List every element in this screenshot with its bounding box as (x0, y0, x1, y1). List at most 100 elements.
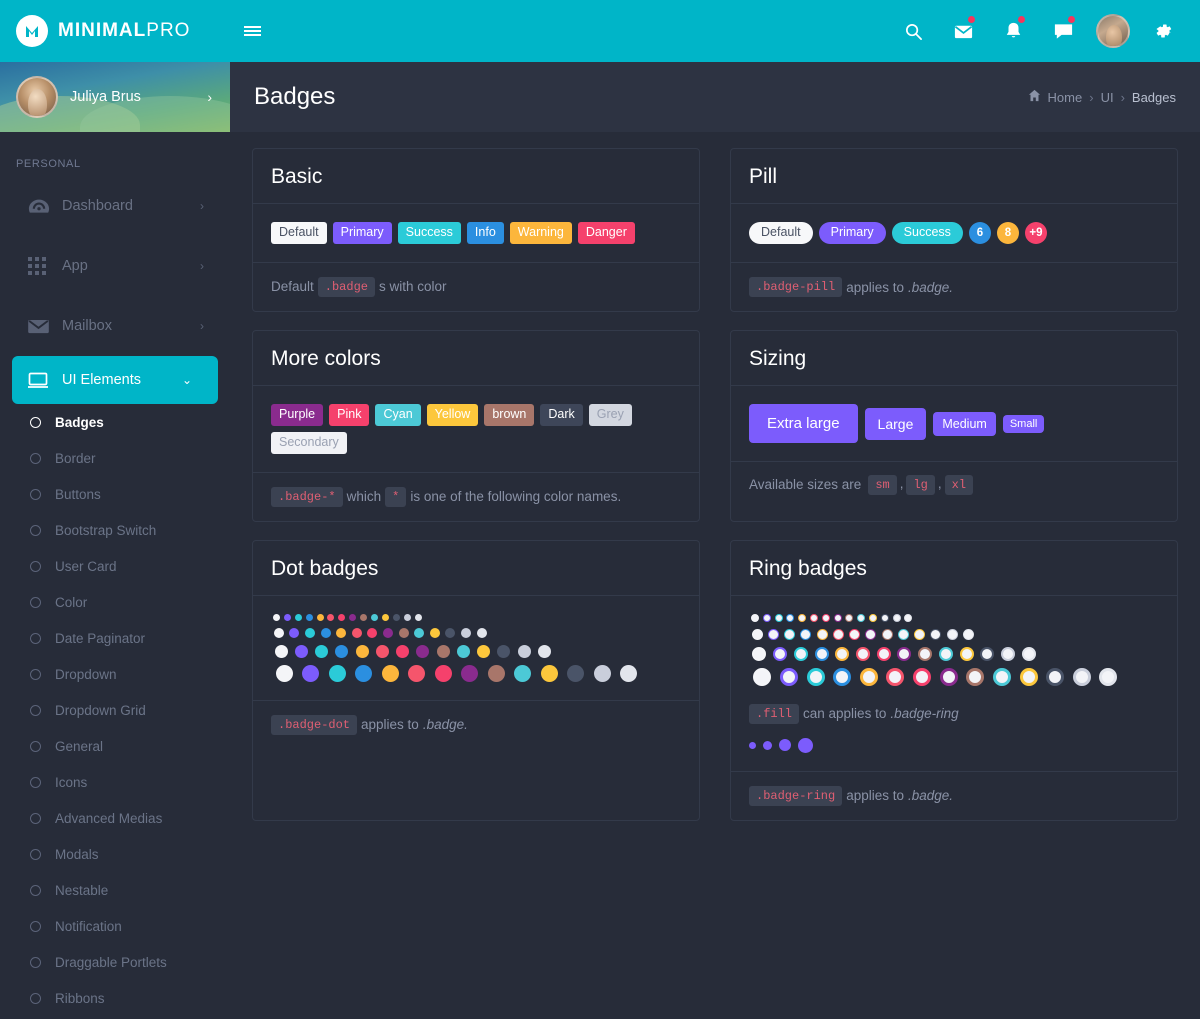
card-body: Default Primary Success 6 8 +9 (731, 204, 1177, 262)
dot-badge-rows (271, 613, 681, 682)
fill-dot-row (749, 737, 1159, 753)
sidebar-subitem-dropdown[interactable]: Dropdown (0, 656, 230, 692)
dot-badge (273, 627, 284, 638)
sidebar-subitem-dropdown-grid[interactable]: Dropdown Grid (0, 692, 230, 728)
ring-badge (833, 667, 852, 686)
dot-badge (487, 664, 505, 682)
dot-badge (593, 664, 611, 682)
bullet-circle-icon (30, 416, 41, 428)
card-title: Sizing (749, 347, 807, 370)
sidebar-subitem-bootstrap-switch[interactable]: Bootstrap Switch (0, 512, 230, 548)
footer-text-post: is one of the following color names. (410, 489, 622, 504)
ring-badge (1099, 667, 1118, 686)
card-dot-badges: Dot badges .badge-dot applies to .badge. (252, 539, 700, 821)
ring-badge (946, 628, 958, 640)
sidebar-subitem-user-card[interactable]: User Card (0, 548, 230, 584)
ring-badge (816, 628, 828, 640)
card-pill: Pill Default Primary Success 6 8 +9 .badge-pi… (730, 148, 1178, 312)
brand-logo-area[interactable]: MINIMALPRO (0, 0, 230, 62)
profile-name: Juliya Brus (70, 89, 141, 105)
sidebar-subitem-label: Notification (55, 918, 122, 934)
ring-badge (798, 613, 807, 622)
color-badge-purple: Purple (271, 404, 324, 426)
sidebar-item-app[interactable]: App › (0, 236, 230, 296)
sidebar-subitem-buttons[interactable]: Buttons (0, 476, 230, 512)
sidebar-subitem-label: User Card (55, 558, 117, 574)
size-badge-sm: Small (1002, 414, 1045, 433)
top-navbar: MINIMALPRO (0, 0, 1200, 62)
sidebar-subitem-notification[interactable]: Notification (0, 908, 230, 944)
dot-badge (414, 627, 425, 638)
badge-success: Success (397, 222, 461, 244)
ring-badge (752, 646, 767, 661)
ring-badge (762, 613, 771, 622)
ring-badge (865, 628, 877, 640)
ring-badge (881, 628, 893, 640)
card-footer: Default .badge s with color (253, 261, 699, 311)
basic-badge-row: Default Primary Success Info Warning Danger (271, 222, 681, 244)
dot-badge (315, 644, 329, 658)
sidebar-subitem-advanced-medias[interactable]: Advanced Medias (0, 800, 230, 836)
ring-badge (814, 646, 829, 661)
dot-badge (272, 613, 280, 621)
sidebar-item-mailbox[interactable]: Mailbox › (0, 296, 230, 356)
card-footer: Available sizes are sm, lg, xl (731, 461, 1177, 506)
dot-badge (497, 644, 511, 658)
search-icon[interactable] (888, 0, 938, 62)
pill-badge-primary: Primary (818, 222, 886, 244)
sidebar-subitem-badges[interactable]: Badges (0, 404, 230, 440)
sidebar-subitem-ribbons[interactable]: Ribbons (0, 980, 230, 1016)
dot-badge (567, 664, 585, 682)
code-snippet: sm (868, 475, 897, 495)
ring-badge (980, 646, 995, 661)
card-header: Pill (731, 149, 1177, 204)
card-sizing: Sizing Extra large Large Medium Small Avail… (730, 330, 1178, 522)
dot-badge (289, 627, 300, 638)
ring-badge (774, 613, 783, 622)
dot-badge (476, 627, 487, 638)
breadcrumb-home[interactable]: Home (1048, 90, 1083, 105)
sidebar-subitem-draggable-portlets[interactable]: Draggable Portlets (0, 944, 230, 980)
sidebar-subitem-modals[interactable]: Modals (0, 836, 230, 872)
sidebar-subitem-nestable[interactable]: Nestable (0, 872, 230, 908)
size-badge-lg: Large (864, 407, 927, 440)
bullet-circle-icon (30, 668, 41, 680)
ring-badge (773, 646, 788, 661)
badge-warning: Warning (509, 222, 572, 244)
sidebar-profile[interactable]: Juliya Brus › (0, 62, 230, 132)
dot-badge (620, 664, 638, 682)
user-avatar[interactable] (1088, 0, 1138, 62)
breadcrumb-current: Badges (1131, 89, 1176, 105)
sidebar-item-dashboard[interactable]: Dashboard › (0, 176, 230, 236)
sidebar-item-ui-elements[interactable]: UI Elements ⌄ (12, 356, 218, 404)
ring-badge (1046, 667, 1065, 686)
code-snippet: * (385, 486, 407, 507)
mail-icon[interactable] (938, 0, 988, 62)
sidebar-subitem-icons[interactable]: Icons (0, 764, 230, 800)
sidebar-subitem-color[interactable]: Color (0, 584, 230, 620)
dot-badge (477, 644, 491, 658)
color-badge-grey: Grey (588, 404, 632, 426)
dot-badge (414, 613, 422, 621)
sidebar-subitem-general[interactable]: General (0, 728, 230, 764)
chevron-right-icon[interactable]: › (207, 89, 212, 105)
breadcrumb-ui[interactable]: UI (1101, 90, 1114, 105)
size-badge-md: Medium (933, 411, 996, 436)
sidebar-subitem-date-paginator[interactable]: Date Paginator (0, 620, 230, 656)
gear-icon[interactable] (1138, 0, 1188, 62)
chat-icon[interactable] (1038, 0, 1088, 62)
bullet-circle-icon (30, 848, 41, 860)
sidebar-subitem-border[interactable]: Border (0, 440, 230, 476)
bullet-circle-icon (30, 524, 41, 536)
hamburger-icon[interactable] (230, 0, 274, 62)
badge-default: Default (271, 222, 327, 244)
sidebar-item-label: UI Elements (62, 372, 141, 388)
dot-badge (445, 627, 456, 638)
bell-notification-dot (1018, 16, 1025, 23)
code-separator: , (937, 476, 942, 491)
ring-badge (835, 646, 850, 661)
dot-badge (398, 627, 409, 638)
ring-badge (886, 667, 905, 686)
dot-badge (294, 644, 308, 658)
bell-icon[interactable] (988, 0, 1038, 62)
